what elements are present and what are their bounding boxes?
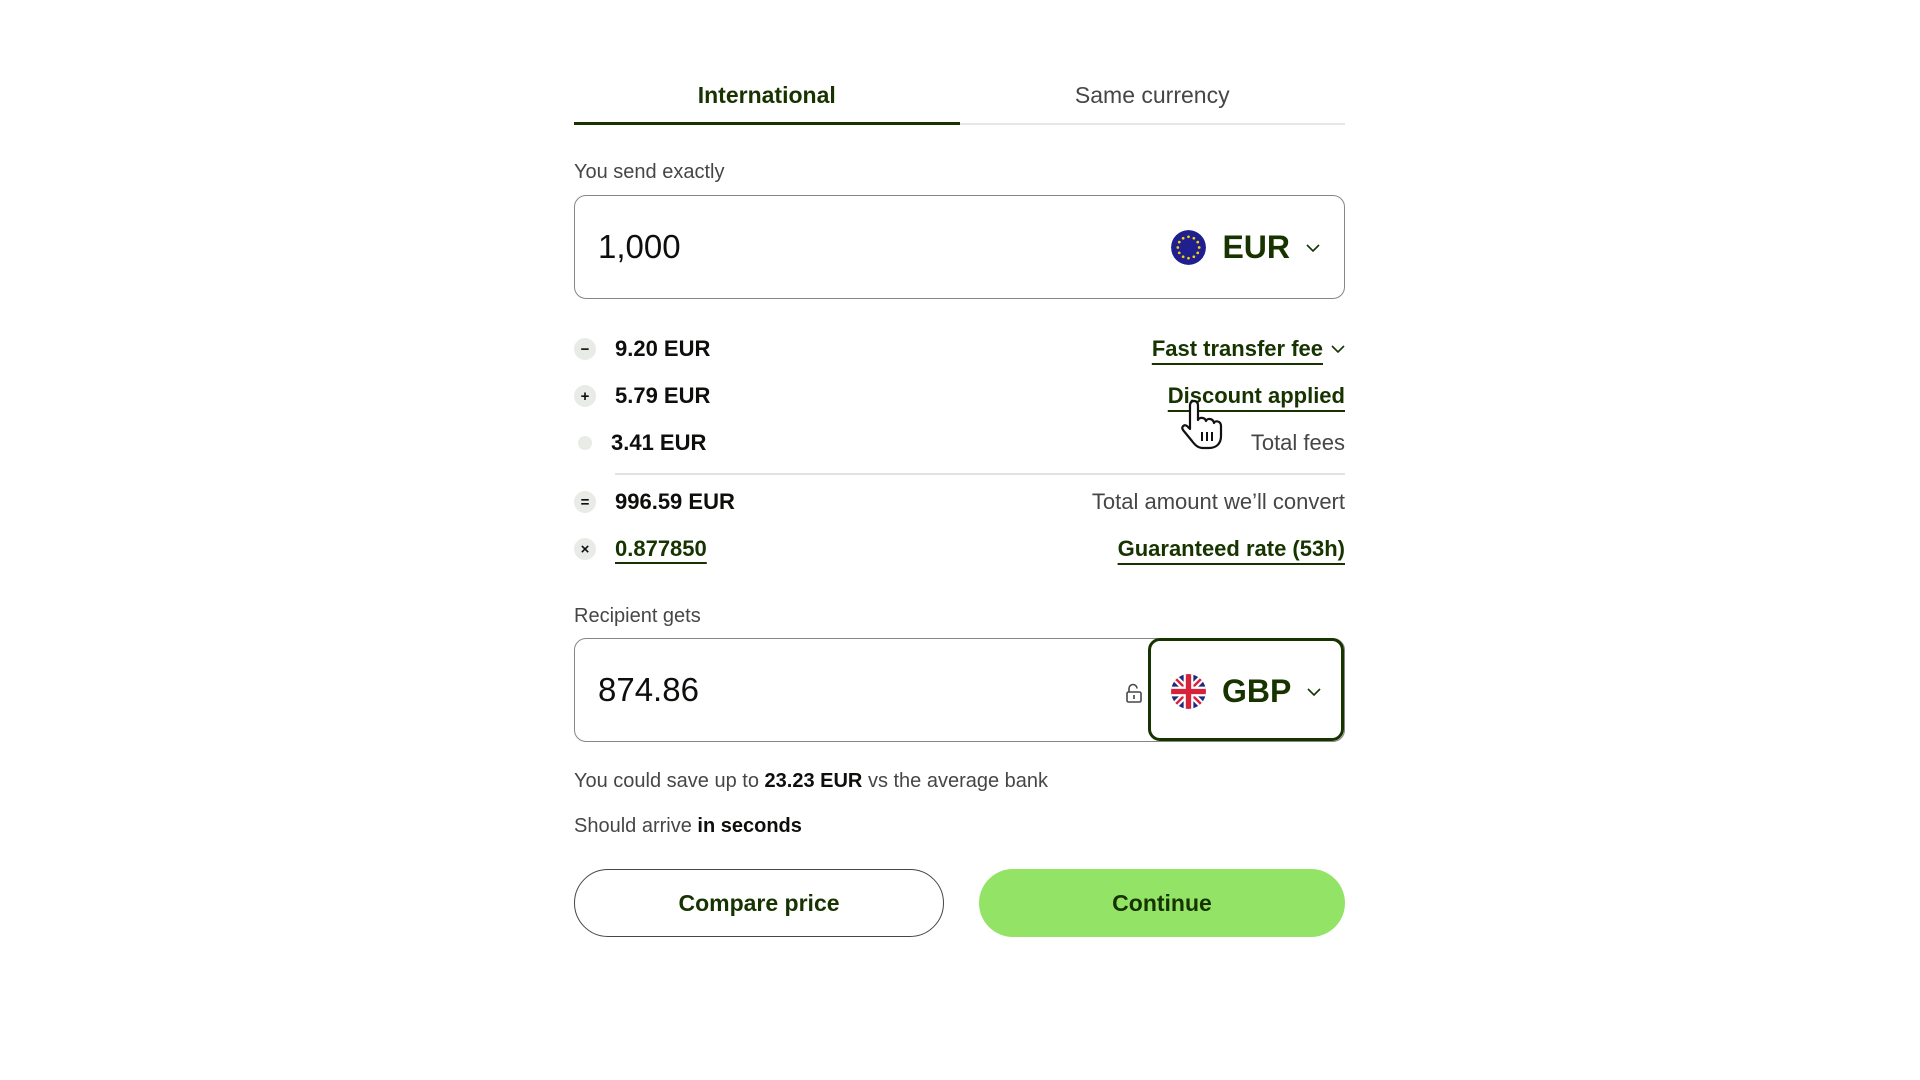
savings-prefix: You could save up to [574,770,759,792]
uk-flag-icon [1171,674,1206,709]
fee-row-rate: × 0.877850 Guaranteed rate (53h) [574,529,1345,569]
recipient-currency: GBP [1171,673,1321,710]
fees-divider [615,473,1345,475]
arrival-value: in seconds [697,815,802,837]
fee-row-convert-amount: = 996.59 EUR Total amount we’ll convert [574,482,1345,522]
recipient-currency-code: GBP [1222,673,1292,709]
fee-row-total-fees: 3.41 EUR Total fees [574,423,1345,463]
convert-amount-label: Total amount we’ll convert [1091,489,1345,514]
fee-row-fast-transfer: − 9.20 EUR Fast transfer fee [574,329,1345,369]
discount-applied-link[interactable]: Discount applied [1168,383,1345,409]
arrival-prefix: Should arrive [574,815,692,837]
fee-amount: 9.20 EUR [615,336,711,361]
fee-type-label: Fast transfer fee [1151,336,1323,361]
compare-price-button[interactable]: Compare price [574,869,944,937]
recipient-currency-selector[interactable]: GBP [1148,638,1344,741]
recipient-amount-input[interactable]: 874.86 [598,671,699,709]
transfer-calculator: International Same currency You send exa… [574,0,1345,1080]
eu-flag-icon [1171,230,1207,265]
continue-button[interactable]: Continue [979,869,1345,937]
exchange-rate-link[interactable]: 0.877850 [615,536,707,562]
chevron-down-icon [1307,687,1321,696]
equals-icon: = [574,491,596,513]
tab-international[interactable]: International [574,70,960,125]
minus-icon: − [574,338,596,360]
guaranteed-rate-link[interactable]: Guaranteed rate (53h) [1118,536,1345,562]
total-fees-amount: 3.41 EUR [611,430,707,455]
convert-amount: 996.59 EUR [615,489,735,514]
send-currency-selector[interactable]: EUR [1171,229,1320,266]
savings-amount: 23.23 EUR [764,770,863,792]
chevron-down-icon [1331,345,1345,354]
send-currency-code: EUR [1222,229,1290,265]
send-amount-input[interactable]: 1,000 [598,228,681,266]
plus-icon: + [574,385,596,407]
savings-suffix: vs the average bank [867,770,1049,792]
recipient-amount-field: 874.86 GBP [574,638,1345,742]
send-label: You send exactly [574,161,725,183]
transfer-type-tabs: International Same currency [574,70,1345,125]
chevron-down-icon [1306,243,1320,252]
fast-transfer-fee-dropdown[interactable]: Fast transfer fee [1152,336,1345,362]
unlock-icon[interactable] [1125,683,1143,703]
send-amount-field: 1,000 EUR [574,195,1345,299]
recipient-label: Recipient gets [574,605,701,627]
arrival-info: Should arrive in seconds [574,815,802,838]
total-fees-label: Total fees [1250,430,1345,455]
savings-info: You could save up to 23.23 EUR vs the av… [574,770,1048,793]
fee-row-discount: + 5.79 EUR Discount applied [574,376,1345,416]
dot-icon [578,436,592,450]
tab-same-currency[interactable]: Same currency [960,70,1346,123]
discount-amount: 5.79 EUR [615,383,711,408]
times-icon: × [574,538,596,560]
